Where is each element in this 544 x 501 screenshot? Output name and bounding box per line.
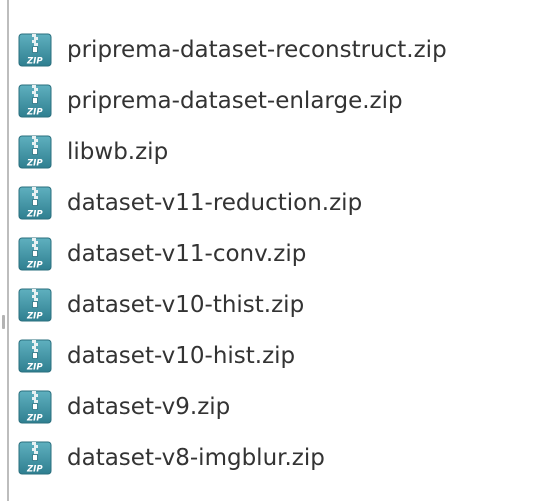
file-name: dataset-v11-conv.zip (67, 240, 307, 267)
zip-archive-icon: ZIP (18, 33, 52, 67)
resize-handle[interactable] (2, 315, 5, 329)
file-name: dataset-v11-reduction.zip (67, 189, 363, 216)
zip-archive-icon: ZIP (18, 84, 52, 118)
file-item[interactable]: ZIP dataset-v11-conv.zip (18, 228, 538, 279)
zip-archive-icon: ZIP (18, 339, 52, 373)
svg-text:ZIP: ZIP (26, 413, 43, 423)
zip-archive-icon: ZIP (18, 135, 52, 169)
zip-archive-icon: ZIP (18, 237, 52, 271)
file-browser-pane: ZIP priprema-dataset-reconstruct.zip ZIP… (0, 0, 544, 501)
zip-archive-icon: ZIP (18, 390, 52, 424)
file-name: libwb.zip (67, 138, 169, 165)
svg-text:ZIP: ZIP (26, 260, 43, 270)
left-gutter (0, 0, 7, 501)
file-name: dataset-v10-hist.zip (67, 342, 296, 369)
file-list: ZIP priprema-dataset-reconstruct.zip ZIP… (18, 24, 538, 483)
file-item[interactable]: ZIP dataset-v9.zip (18, 381, 538, 432)
svg-text:ZIP: ZIP (26, 464, 43, 474)
svg-text:ZIP: ZIP (26, 158, 43, 168)
file-item[interactable]: ZIP dataset-v11-reduction.zip (18, 177, 538, 228)
file-item[interactable]: ZIP priprema-dataset-reconstruct.zip (18, 24, 538, 75)
zip-archive-icon: ZIP (18, 441, 52, 475)
zip-archive-icon: ZIP (18, 288, 52, 322)
svg-text:ZIP: ZIP (26, 362, 43, 372)
svg-text:ZIP: ZIP (26, 311, 43, 321)
file-name: dataset-v10-thist.zip (67, 291, 305, 318)
zip-archive-icon: ZIP (18, 186, 52, 220)
file-name: dataset-v9.zip (67, 393, 231, 420)
file-item[interactable]: ZIP dataset-v10-hist.zip (18, 330, 538, 381)
file-name: priprema-dataset-enlarge.zip (67, 87, 403, 114)
pane-divider[interactable] (7, 0, 9, 501)
file-item[interactable]: ZIP dataset-v10-thist.zip (18, 279, 538, 330)
file-item[interactable]: ZIP priprema-dataset-enlarge.zip (18, 75, 538, 126)
svg-text:ZIP: ZIP (26, 56, 43, 66)
file-item[interactable]: ZIP dataset-v8-imgblur.zip (18, 432, 538, 483)
file-name: priprema-dataset-reconstruct.zip (67, 36, 447, 63)
svg-text:ZIP: ZIP (26, 107, 43, 117)
file-name: dataset-v8-imgblur.zip (67, 444, 325, 471)
file-item[interactable]: ZIP libwb.zip (18, 126, 538, 177)
svg-text:ZIP: ZIP (26, 209, 43, 219)
